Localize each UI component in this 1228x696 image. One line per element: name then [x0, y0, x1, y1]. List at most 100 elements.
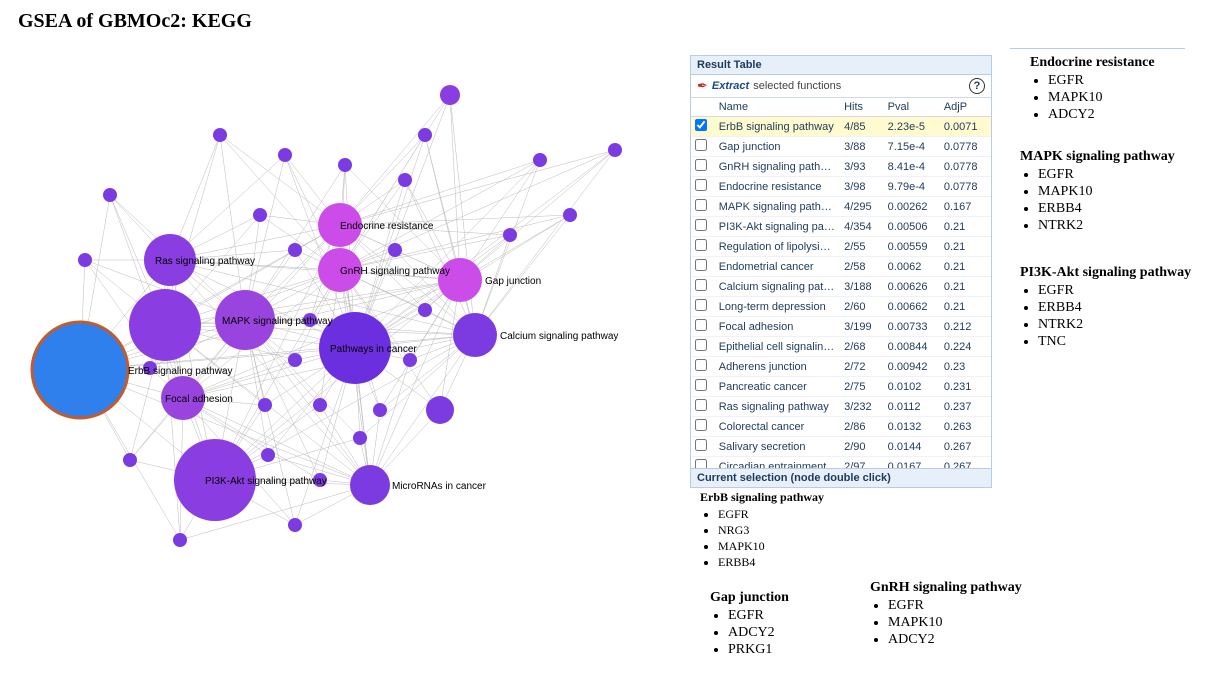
table-row[interactable]: Adherens junction2/720.009420.23: [691, 357, 991, 377]
gene-item: EGFR: [1038, 167, 1220, 183]
graph-node-n16[interactable]: [403, 353, 417, 367]
table-row[interactable]: Endocrine resistance3/989.79e-40.0778: [691, 177, 991, 197]
graph-node-n13[interactable]: [288, 243, 302, 257]
graph-node-n12[interactable]: [253, 208, 267, 222]
table-row[interactable]: Focal adhesion3/1990.007330.212: [691, 317, 991, 337]
row-checkbox[interactable]: [695, 239, 707, 251]
row-hits: 2/68: [840, 337, 884, 357]
row-name: Colorectal cancer: [715, 417, 840, 437]
graph-node-n20[interactable]: [258, 398, 272, 412]
gene-item: ERBB4: [718, 555, 900, 570]
row-checkbox[interactable]: [695, 139, 707, 151]
graph-node-n3[interactable]: [278, 148, 292, 162]
graph-node-n22[interactable]: [123, 453, 137, 467]
graph-node-n10[interactable]: [503, 228, 517, 242]
graph-node-n9[interactable]: [563, 208, 577, 222]
graph-node-micro[interactable]: [350, 465, 390, 505]
table-row[interactable]: PI3K-Akt signaling pathway4/3540.005060.…: [691, 217, 991, 237]
graph-node-large1[interactable]: [129, 289, 201, 361]
graph-node-n2[interactable]: [213, 128, 227, 142]
row-adjp: 0.21: [940, 297, 991, 317]
graph-node-n11[interactable]: [418, 128, 432, 142]
extract-button[interactable]: Extract: [712, 80, 749, 92]
row-checkbox[interactable]: [695, 159, 707, 171]
row-adjp: 0.224: [940, 337, 991, 357]
graph-node-n6[interactable]: [440, 85, 460, 105]
graph-node-n21[interactable]: [261, 448, 275, 462]
graph-node-n4[interactable]: [338, 158, 352, 172]
table-row[interactable]: Circadian entrainment2/970.01670.267: [691, 457, 991, 469]
graph-node-n5[interactable]: [398, 173, 412, 187]
row-adjp: 0.21: [940, 217, 991, 237]
row-name: Calcium signaling pathway: [715, 277, 840, 297]
col-adjp[interactable]: AdjP: [940, 98, 991, 117]
table-row[interactable]: MAPK signaling pathway4/2950.002620.167: [691, 197, 991, 217]
row-pval: 0.0112: [884, 397, 940, 417]
help-icon[interactable]: ?: [969, 78, 985, 94]
row-name: GnRH signaling pathway: [715, 157, 840, 177]
graph-node-n1[interactable]: [103, 188, 117, 202]
gene-item: MAPK10: [718, 539, 900, 554]
row-name: ErbB signaling pathway: [715, 117, 840, 137]
graph-node-n24[interactable]: [288, 518, 302, 532]
table-row[interactable]: Long-term depression2/600.006620.21: [691, 297, 991, 317]
table-row[interactable]: Salivary secretion2/900.01440.267: [691, 437, 991, 457]
col-check: [691, 98, 715, 117]
graph-node-label: Gap junction: [485, 276, 541, 287]
table-row[interactable]: Pancreatic cancer2/750.01020.231: [691, 377, 991, 397]
row-checkbox[interactable]: [695, 399, 707, 411]
row-adjp: 0.231: [940, 377, 991, 397]
row-checkbox[interactable]: [695, 319, 707, 331]
graph-node-n18[interactable]: [353, 431, 367, 445]
graph-node-n17[interactable]: [373, 403, 387, 417]
table-row[interactable]: Endometrial cancer2/580.00620.21: [691, 257, 991, 277]
row-adjp: 0.0778: [940, 177, 991, 197]
row-checkbox[interactable]: [695, 459, 707, 468]
table-row[interactable]: Colorectal cancer2/860.01320.263: [691, 417, 991, 437]
row-adjp: 0.21: [940, 257, 991, 277]
gene-item: EGFR: [888, 598, 1070, 614]
graph-node-n26[interactable]: [426, 396, 454, 424]
row-checkbox[interactable]: [695, 339, 707, 351]
table-row[interactable]: Epithelial cell signaling in2/680.008440…: [691, 337, 991, 357]
gene-list-title: ErbB signaling pathway: [700, 490, 900, 505]
table-row[interactable]: Ras signaling pathway3/2320.01120.237: [691, 397, 991, 417]
table-row[interactable]: Calcium signaling pathway3/1880.006260.2…: [691, 277, 991, 297]
row-checkbox[interactable]: [695, 199, 707, 211]
row-checkbox[interactable]: [695, 119, 707, 131]
row-hits: 3/232: [840, 397, 884, 417]
row-adjp: 0.21: [940, 237, 991, 257]
graph-node-label: Endocrine resistance: [340, 221, 433, 232]
graph-node-n8[interactable]: [608, 143, 622, 157]
graph-node-label: MAPK signaling pathway: [222, 316, 333, 327]
result-table-scroll[interactable]: Name Hits Pval AdjP ErbB signaling pathw…: [691, 98, 991, 468]
col-pval[interactable]: Pval: [884, 98, 940, 117]
table-row[interactable]: Regulation of lipolysis in2/550.005590.2…: [691, 237, 991, 257]
col-name[interactable]: Name: [715, 98, 840, 117]
row-checkbox[interactable]: [695, 419, 707, 431]
graph-node-n23[interactable]: [173, 533, 187, 547]
table-row[interactable]: GnRH signaling pathway3/938.41e-40.0778: [691, 157, 991, 177]
table-row[interactable]: Gap junction3/887.15e-40.0778: [691, 137, 991, 157]
graph-node-n30[interactable]: [288, 353, 302, 367]
graph-node-n28[interactable]: [78, 253, 92, 267]
row-checkbox[interactable]: [695, 359, 707, 371]
row-checkbox[interactable]: [695, 259, 707, 271]
table-row[interactable]: ErbB signaling pathway4/852.23e-50.0071: [691, 117, 991, 137]
row-checkbox[interactable]: [695, 219, 707, 231]
row-checkbox[interactable]: [695, 299, 707, 311]
graph-node-gapj[interactable]: [438, 258, 482, 302]
col-hits[interactable]: Hits: [840, 98, 884, 117]
graph-node-n19[interactable]: [313, 398, 327, 412]
row-checkbox[interactable]: [695, 179, 707, 191]
network-graph[interactable]: ErbB signaling pathwayGap junctionGnRH s…: [10, 60, 670, 580]
graph-node-n7[interactable]: [533, 153, 547, 167]
graph-node-calci[interactable]: [453, 313, 497, 357]
row-checkbox[interactable]: [695, 379, 707, 391]
row-checkbox[interactable]: [695, 439, 707, 451]
graph-node-n14[interactable]: [388, 243, 402, 257]
row-checkbox[interactable]: [695, 279, 707, 291]
graph-node-n15[interactable]: [418, 303, 432, 317]
row-hits: 3/98: [840, 177, 884, 197]
graph-node-erbb[interactable]: [32, 322, 128, 418]
